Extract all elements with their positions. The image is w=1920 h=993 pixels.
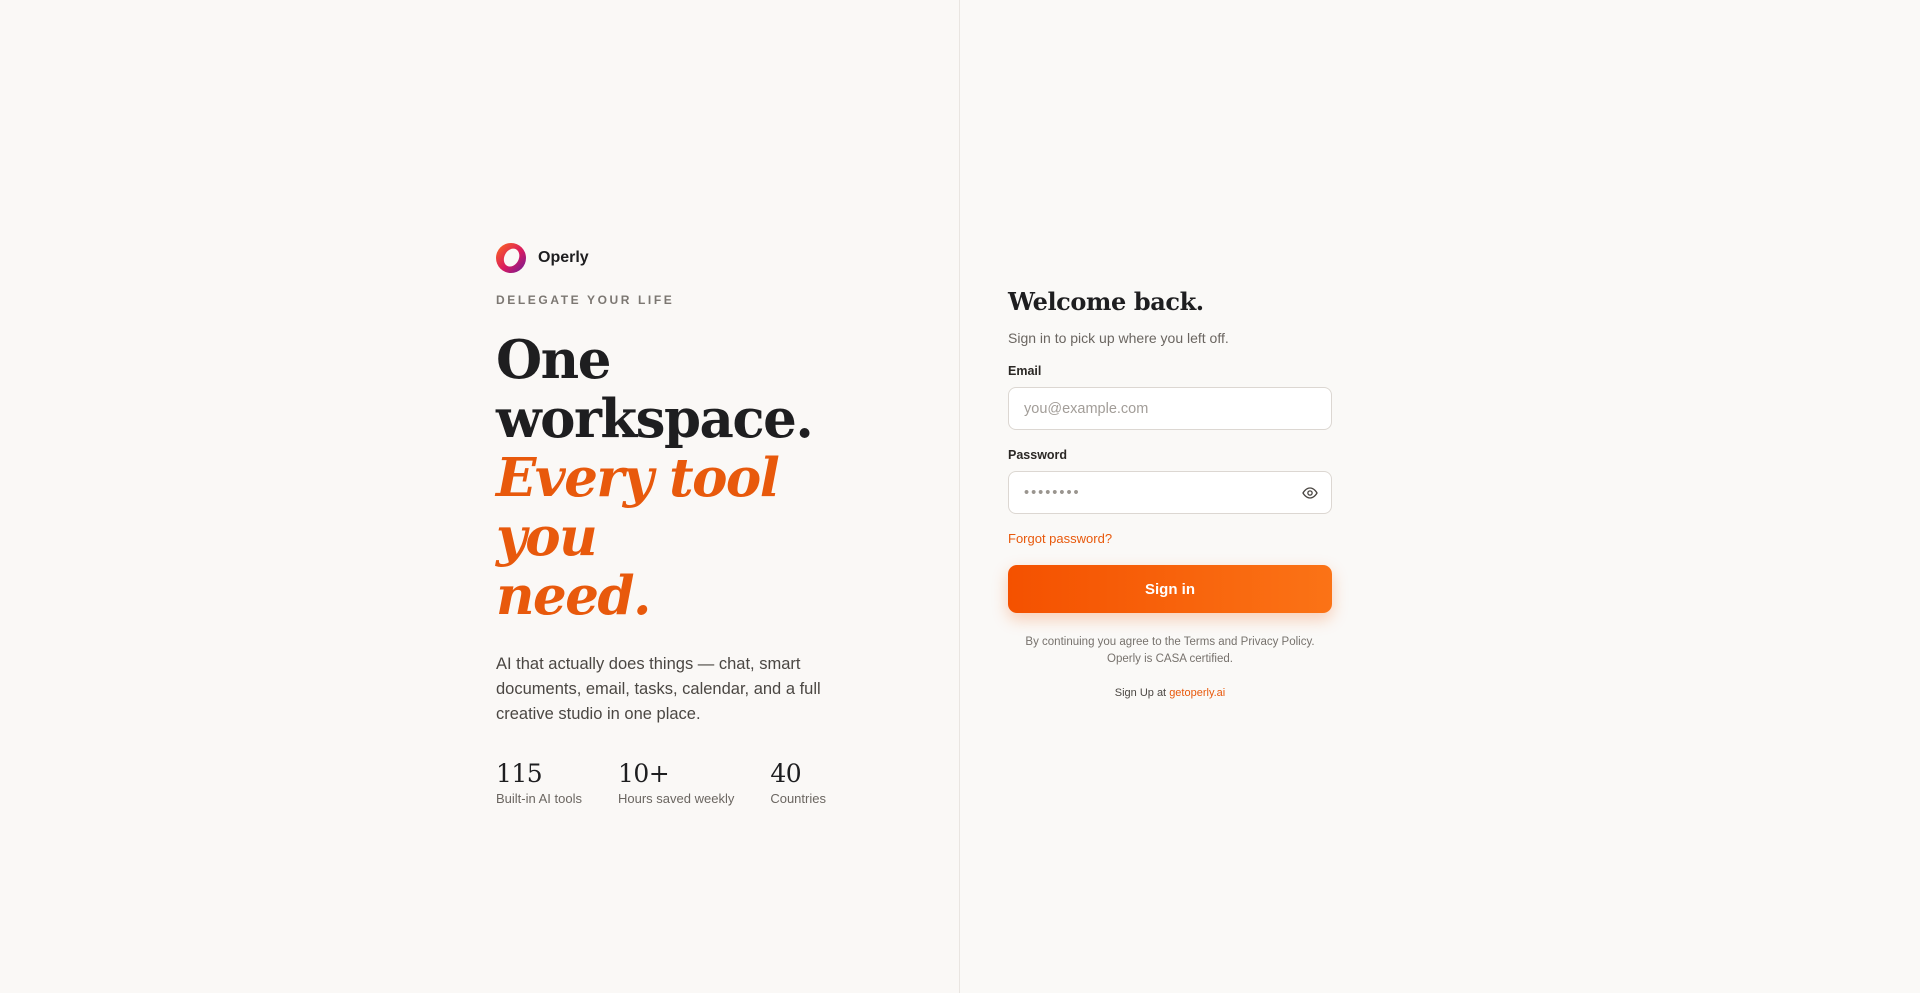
stat-countries: 40 Countries	[770, 759, 826, 806]
stat-label: Hours saved weekly	[618, 791, 735, 806]
signup-link[interactable]: getoperly.ai	[1169, 687, 1225, 699]
signup-prefix: Sign Up at	[1114, 687, 1167, 699]
headline-line-1: One	[496, 329, 611, 391]
sign-in-button[interactable]: Sign in	[1008, 565, 1332, 613]
stat-value: 10+	[618, 759, 670, 788]
stat-label: Countries	[770, 791, 826, 806]
signin-panel: Welcome back. Sign in to pick up where y…	[960, 0, 1920, 993]
form-subtitle: Sign in to pick up where you left off.	[1008, 330, 1229, 346]
legal-terms-text: By continuing you agree to the Terms and…	[1025, 636, 1315, 648]
hero-content: Operly DELEGATE YOUR LIFE One workspace.…	[496, 240, 856, 806]
stat-value: 40	[770, 759, 802, 788]
password-field-wrap	[1008, 471, 1332, 514]
brand-name: Operly	[538, 249, 589, 266]
login-page: Operly DELEGATE YOUR LIFE One workspace.…	[0, 0, 1920, 993]
legal-notice: By continuing you agree to the Terms and…	[1008, 634, 1332, 668]
password-field[interactable]	[1008, 471, 1332, 514]
eyebrow-text: DELEGATE YOUR LIFE	[496, 293, 675, 307]
hero-description: AI that actually does things — chat, sma…	[496, 655, 821, 723]
stat-ai-tools: 115 Built-in AI tools	[496, 759, 582, 806]
signup-line: Sign Up at getoperly.ai	[1008, 687, 1332, 699]
password-label: Password	[1008, 448, 1068, 462]
brand: Operly	[496, 240, 856, 276]
email-label: Email	[1008, 364, 1042, 378]
legal-casa-text: Operly is CASA certified.	[1107, 653, 1233, 665]
email-field-wrap	[1008, 387, 1332, 430]
headline-accent-line-1: Every tool you	[496, 447, 780, 568]
form-title: Welcome back.	[1008, 287, 1204, 316]
signin-form: Welcome back. Sign in to pick up where y…	[1008, 286, 1332, 699]
eye-icon	[1302, 487, 1318, 499]
hero-panel: Operly DELEGATE YOUR LIFE One workspace.…	[0, 0, 959, 993]
forgot-password-link[interactable]: Forgot password?	[1008, 531, 1112, 546]
stat-value: 115	[496, 759, 543, 788]
ring-logo-icon	[496, 243, 526, 273]
stat-hours-saved: 10+ Hours saved weekly	[618, 759, 734, 806]
headline-accent-line-2: need.	[496, 565, 651, 627]
hero-headline: One workspace. Every tool you need.	[496, 331, 856, 626]
headline-line-2: workspace.	[496, 388, 814, 450]
stat-label: Built-in AI tools	[496, 791, 582, 806]
toggle-password-visibility-button[interactable]	[1297, 480, 1323, 506]
stats-row: 115 Built-in AI tools 10+ Hours saved we…	[496, 759, 856, 806]
email-field[interactable]	[1008, 387, 1332, 430]
